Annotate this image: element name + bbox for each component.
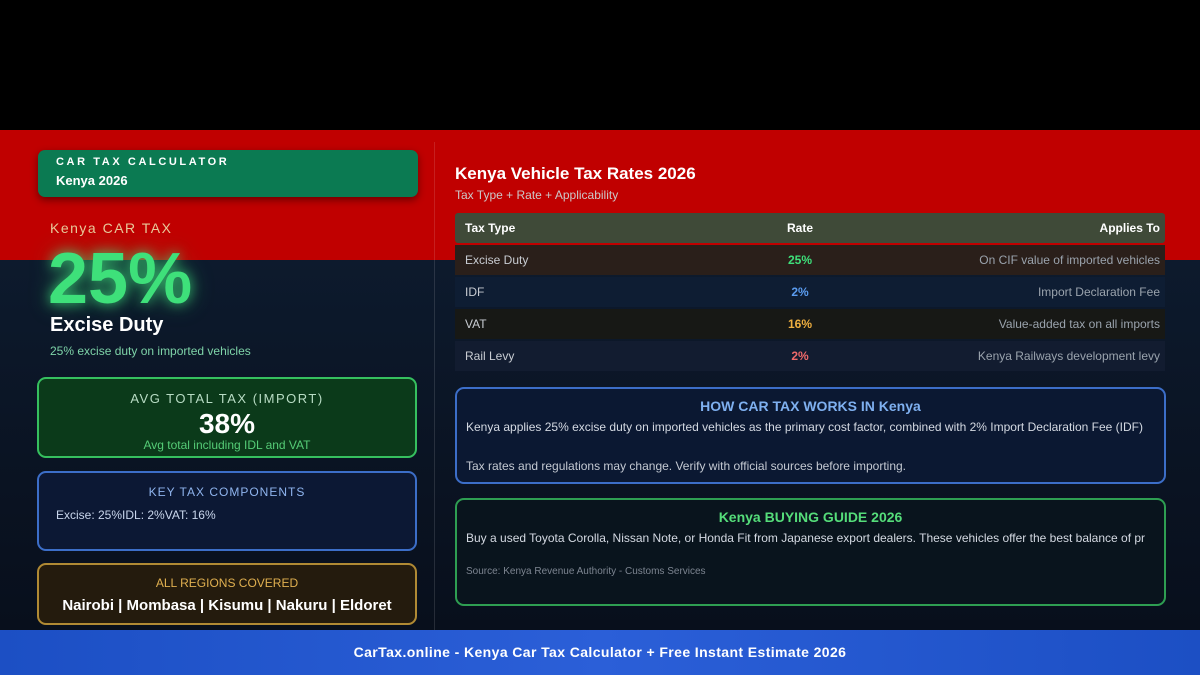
- table-row: Rail Levy 2% Kenya Railways development …: [455, 341, 1165, 371]
- guide-card-paragraph: Buy a used Toyota Corolla, Nissan Note, …: [466, 531, 1146, 545]
- row-rate: 2%: [791, 349, 809, 363]
- table-row: Excise Duty 25% On CIF value of imported…: [455, 245, 1165, 275]
- row-tax-type: VAT: [465, 317, 487, 331]
- footer-banner: CarTax.online - Kenya Car Tax Calculator…: [0, 630, 1200, 675]
- how-car-tax-works-card: HOW CAR TAX WORKS IN Kenya Kenya applies…: [455, 387, 1166, 484]
- avg-card-value: 38%: [198, 408, 256, 439]
- key-card-title: KEY TAX COMPONENTS: [148, 485, 306, 499]
- regions-card-title: ALL REGIONS COVERED: [155, 576, 299, 590]
- key-tax-components-card: KEY TAX COMPONENTS Excise: 25%IDL: 2%VAT…: [37, 471, 417, 551]
- rates-title: Kenya Vehicle Tax Rates 2026: [455, 164, 696, 183]
- avg-card-subtext: Avg total including IDL and VAT: [143, 438, 311, 452]
- row-applies-to: Value-added tax on all imports: [998, 317, 1160, 331]
- header-applies-to: Applies To: [1099, 221, 1160, 235]
- row-tax-type: Rail Levy: [465, 349, 515, 363]
- hero-label: Kenya CAR TAX: [50, 220, 173, 236]
- table-row: IDF 2% Import Declaration Fee: [455, 277, 1165, 307]
- row-tax-type: IDF: [465, 285, 485, 299]
- row-rate: 16%: [787, 317, 813, 331]
- guide-card-title: Kenya BUYING GUIDE 2026: [718, 509, 903, 525]
- header-rate: Rate: [786, 221, 813, 235]
- row-rate: 25%: [787, 253, 813, 267]
- avg-card-title: AVG TOTAL TAX (IMPORT): [130, 391, 324, 406]
- hero-subtext: 25% excise duty on imported vehicles: [50, 344, 251, 358]
- rates-subtitle: Tax Type + Rate + Applicability: [455, 188, 619, 202]
- regions-list: Nairobi | Mombasa | Kisumu | Nakuru | El…: [62, 597, 392, 614]
- row-tax-type: Excise Duty: [465, 253, 529, 267]
- avg-total-tax-card: AVG TOTAL TAX (IMPORT) 38% Avg total inc…: [37, 377, 417, 458]
- key-card-value: Excise: 25%IDL: 2%VAT: 16%: [56, 508, 216, 522]
- how-card-paragraph: Kenya applies 25% excise duty on importe…: [466, 420, 1143, 434]
- badge-title: CAR TAX CALCULATOR: [56, 156, 230, 168]
- row-applies-to: Kenya Railways development levy: [977, 349, 1160, 363]
- table-row: VAT 16% Value-added tax on all imports: [455, 309, 1165, 339]
- how-card-disclaimer: Tax rates and regulations may change. Ve…: [466, 459, 907, 473]
- header-tax-type: Tax Type: [465, 221, 516, 235]
- table-header-row: Tax Type Rate Applies To: [455, 213, 1165, 243]
- row-rate: 2%: [791, 285, 809, 299]
- column-divider: [434, 142, 435, 630]
- tax-rates-table: Tax Type Rate Applies To Excise Duty 25%…: [455, 213, 1165, 373]
- regions-card: ALL REGIONS COVERED Nairobi | Mombasa | …: [37, 563, 417, 625]
- buying-guide-card: Kenya BUYING GUIDE 2026 Buy a used Toyot…: [455, 498, 1166, 606]
- row-applies-to: On CIF value of imported vehicles: [979, 253, 1160, 267]
- how-card-title: HOW CAR TAX WORKS IN Kenya: [700, 398, 921, 414]
- page-canvas: CAR TAX CALCULATOR Kenya 2026 Kenya CAR …: [0, 0, 1200, 675]
- hero-rate: 25%: [48, 239, 193, 319]
- row-applies-to: Import Declaration Fee: [1037, 285, 1160, 299]
- badge-subtitle: Kenya 2026: [56, 173, 128, 188]
- guide-card-source: Source: Kenya Revenue Authority - Custom…: [466, 566, 706, 577]
- hero-heading: Excise Duty: [50, 314, 164, 336]
- calculator-badge: CAR TAX CALCULATOR Kenya 2026: [38, 150, 418, 197]
